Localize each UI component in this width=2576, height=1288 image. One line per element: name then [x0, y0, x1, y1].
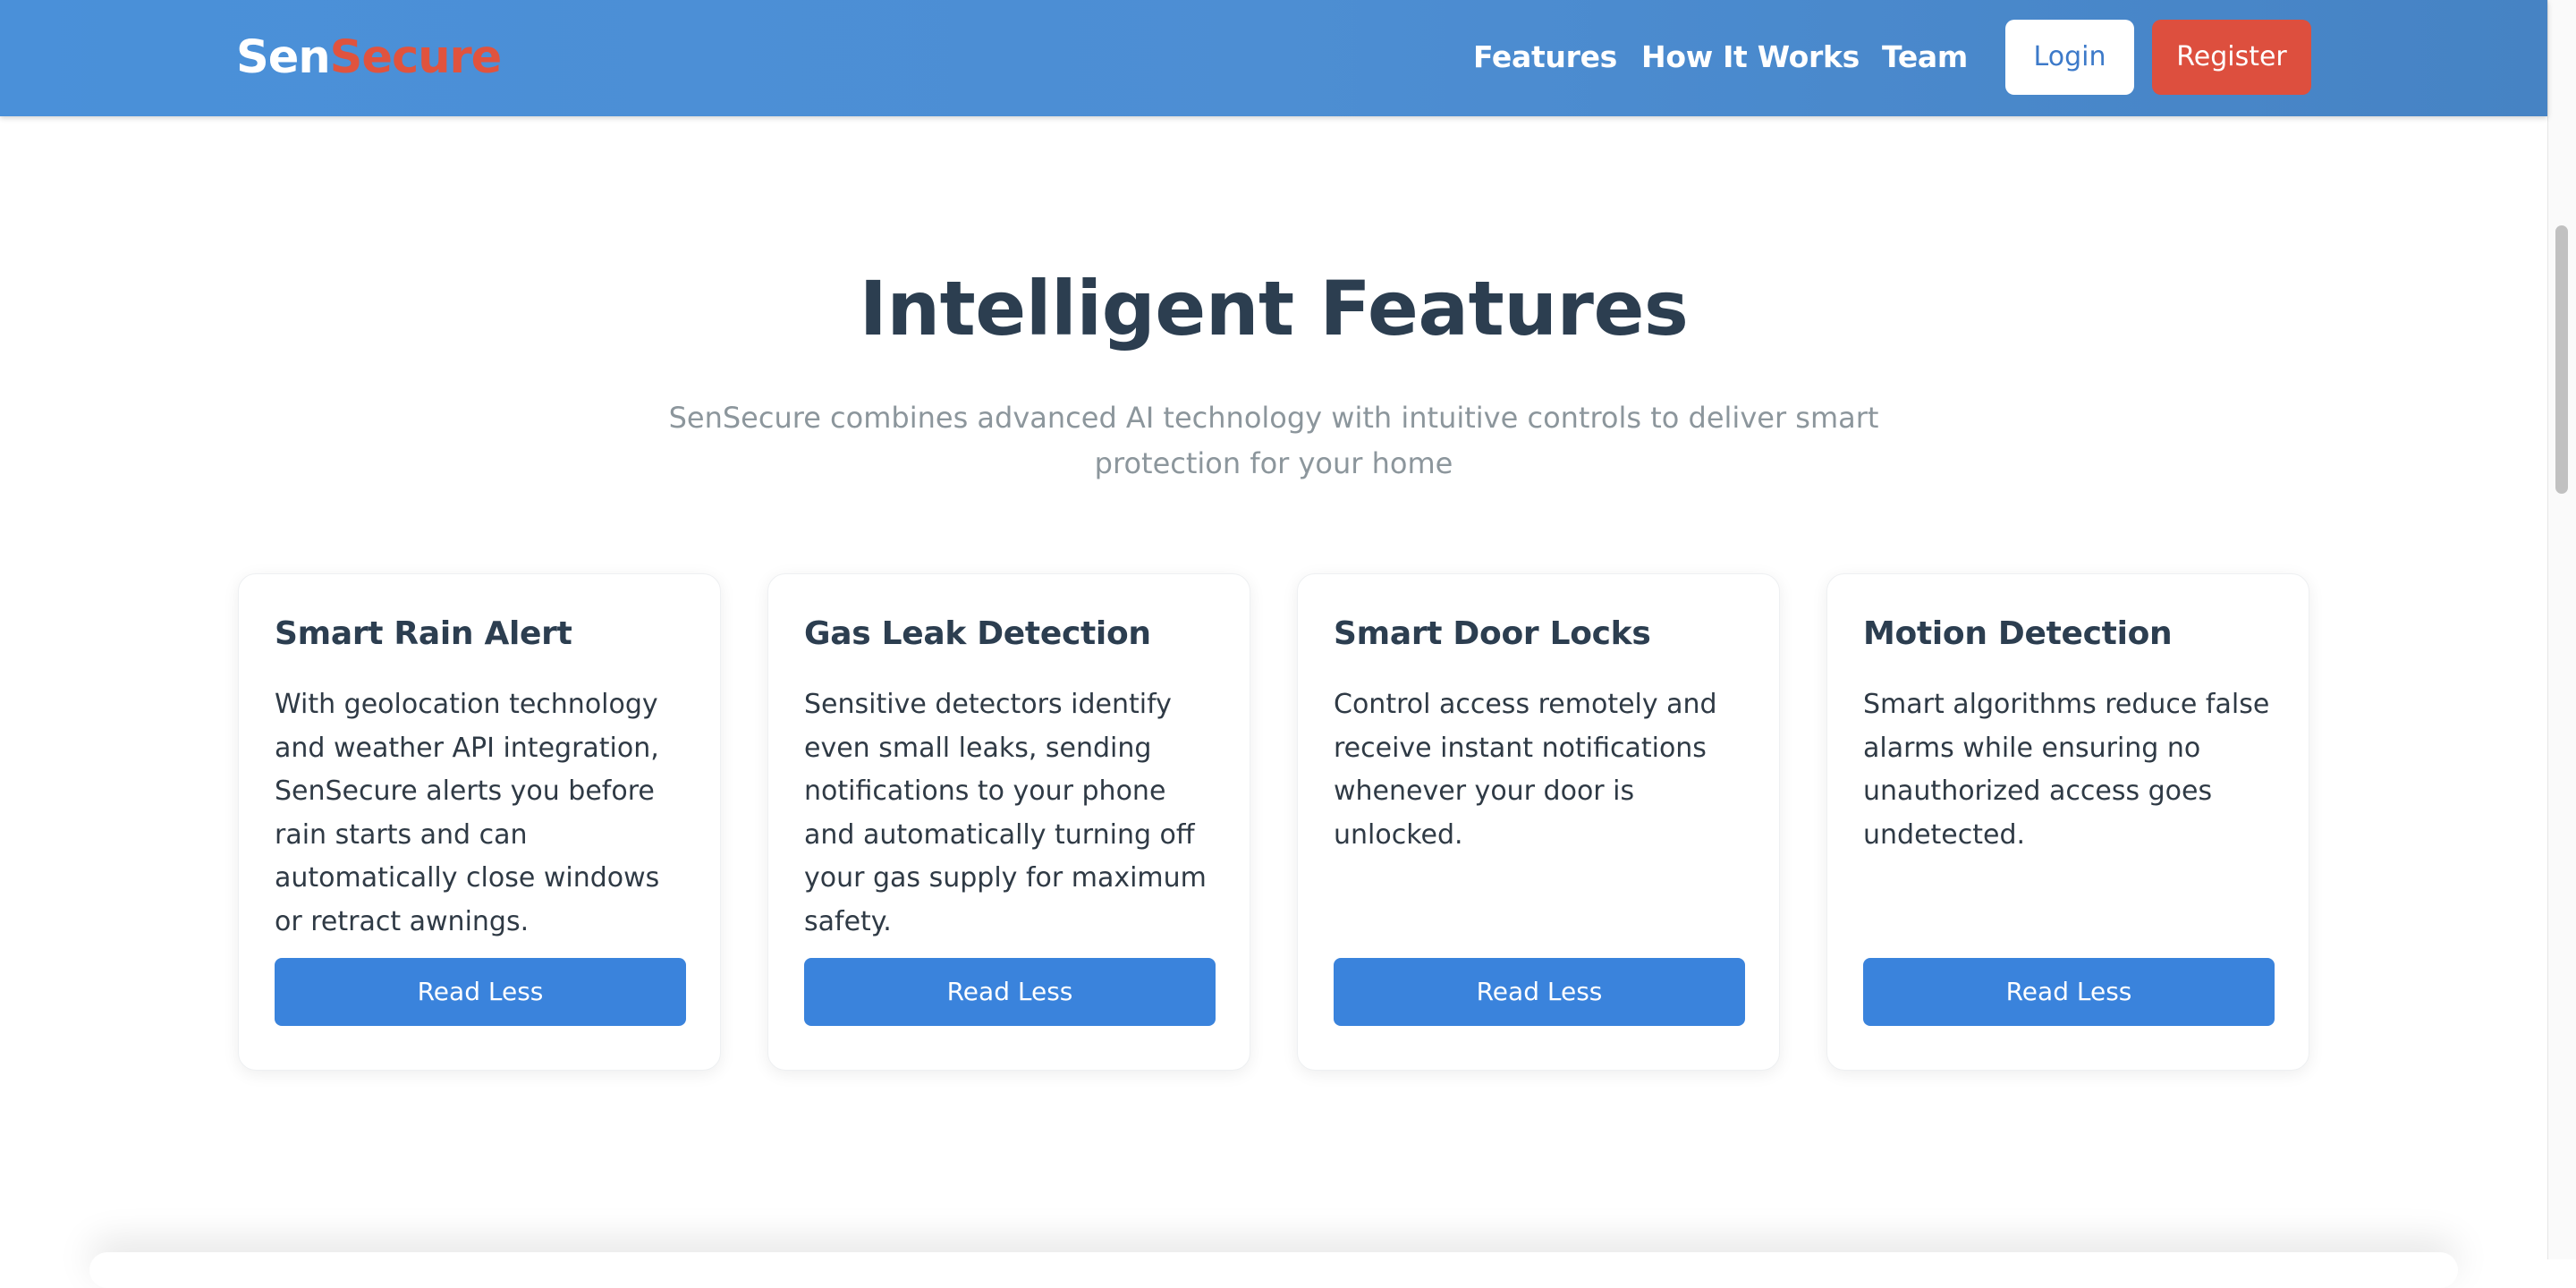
- read-less-button[interactable]: Read Less: [804, 958, 1216, 1026]
- feature-card-title: Motion Detection: [1863, 615, 2173, 652]
- features-title: Intelligent Features: [859, 265, 1689, 352]
- brand-logo-part2: Secure: [329, 31, 503, 84]
- feature-card-smart-door-locks: Smart Door Locks Control access remotely…: [1297, 573, 1780, 1071]
- feature-card-smart-rain-alert: Smart Rain Alert With geolocation techno…: [238, 573, 721, 1071]
- next-section-edge: [89, 1252, 2458, 1288]
- scrollbar-thumb[interactable]: [2555, 225, 2568, 494]
- feature-card-description: With geolocation technology and weather …: [275, 689, 660, 937]
- feature-card-description: Sensitive detectors identify even small …: [804, 689, 1207, 937]
- read-less-button[interactable]: Read Less: [1334, 958, 1745, 1026]
- read-less-button[interactable]: Read Less: [1863, 958, 2275, 1026]
- brand-logo-part1: Sen: [236, 31, 331, 84]
- feature-card-title: Gas Leak Detection: [804, 615, 1151, 652]
- features-subtitle: SenSecure combines advanced AI technolog…: [668, 401, 1879, 480]
- feature-card-description: Smart algorithms reduce false alarms whi…: [1863, 689, 2270, 851]
- feature-card-gas-leak-detection: Gas Leak Detection Sensitive detectors i…: [767, 573, 1250, 1071]
- nav-link-team[interactable]: Team: [1882, 36, 1968, 79]
- nav-link-features[interactable]: Features: [1473, 36, 1617, 79]
- nav-link-how-it-works[interactable]: How It Works: [1641, 36, 1860, 79]
- read-less-button[interactable]: Read Less: [275, 958, 686, 1026]
- register-button[interactable]: Register: [2152, 20, 2311, 95]
- feature-card-motion-detection: Motion Detection Smart algorithms reduce…: [1826, 573, 2309, 1071]
- feature-card-title: Smart Door Locks: [1334, 615, 1651, 652]
- vertical-scrollbar[interactable]: [2547, 0, 2576, 1259]
- feature-card-description: Control access remotely and receive inst…: [1334, 689, 1717, 851]
- top-navbar: SenSecure Features How It Works Team Log…: [0, 0, 2547, 116]
- feature-card-title: Smart Rain Alert: [275, 615, 572, 652]
- login-button[interactable]: Login: [2005, 20, 2134, 95]
- brand-logo[interactable]: SenSecure: [236, 28, 503, 89]
